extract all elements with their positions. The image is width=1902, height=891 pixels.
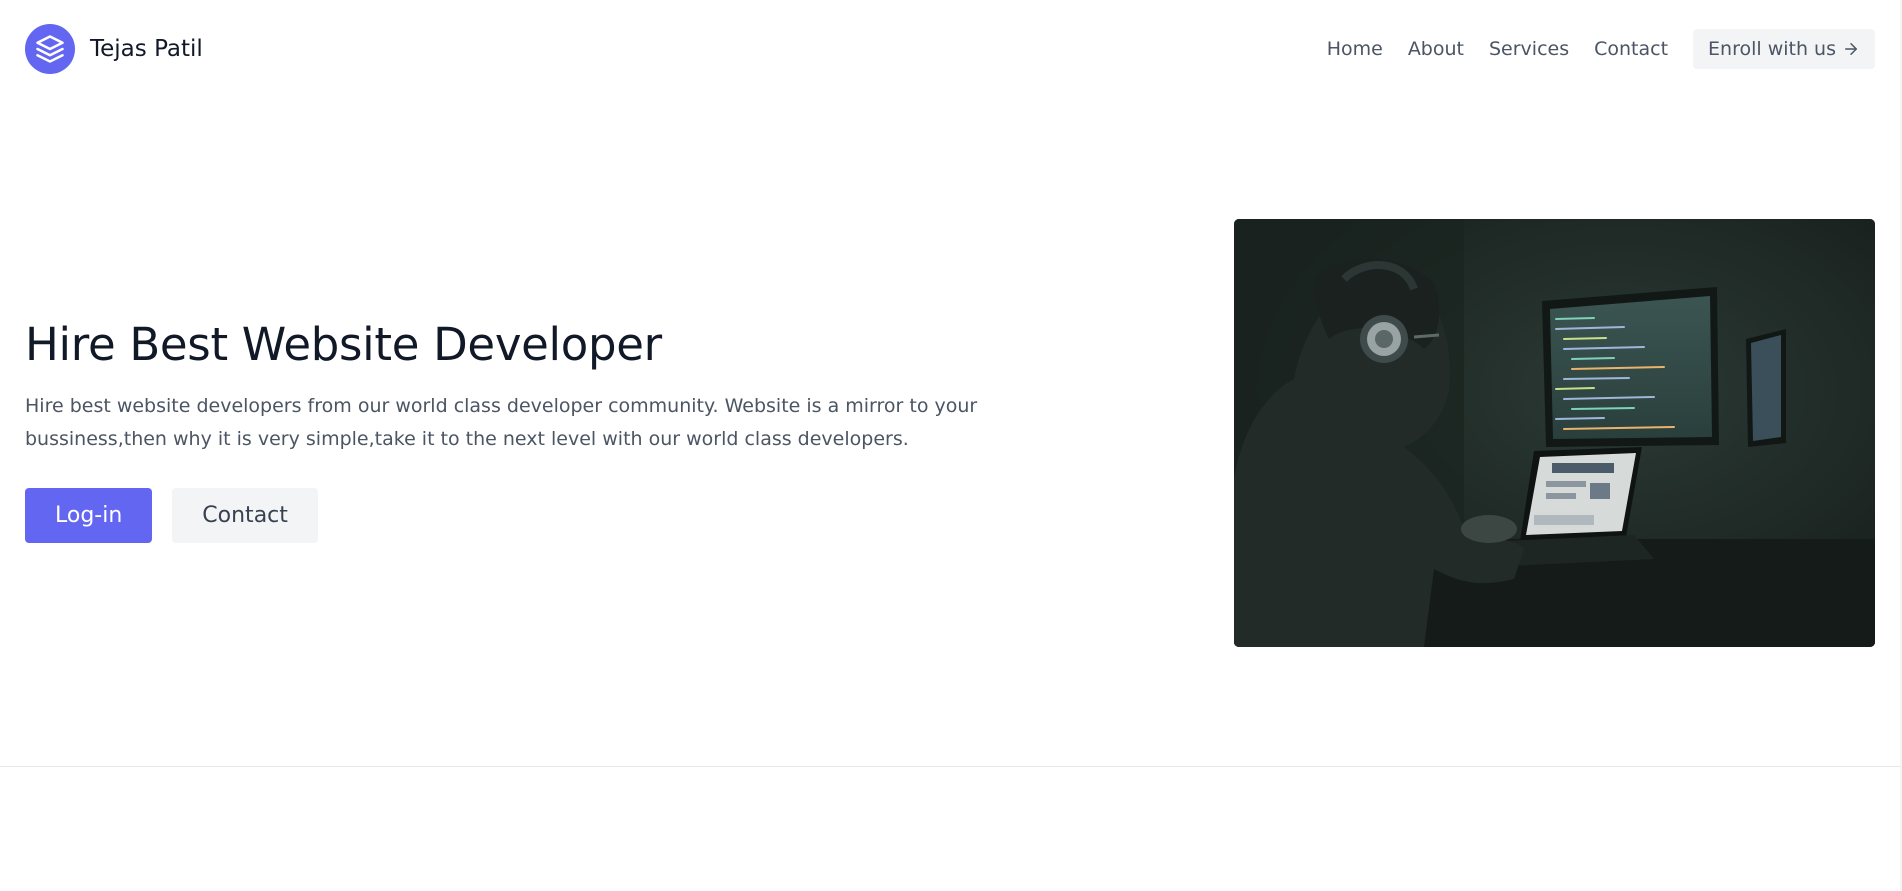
hero-description: Hire best website developers from our wo…: [25, 395, 978, 450]
nav-services[interactable]: Services: [1489, 38, 1569, 60]
site-header: Tejas Patil Home About Services Contact …: [0, 0, 1902, 100]
nav-contact[interactable]: Contact: [1594, 38, 1668, 60]
contact-button[interactable]: Contact: [172, 488, 318, 543]
nav-about[interactable]: About: [1408, 38, 1464, 60]
brand-name: Tejas Patil: [90, 36, 203, 62]
arrow-right-icon: [1842, 40, 1860, 58]
stack-layers-icon: [25, 24, 75, 74]
section-divider: [0, 766, 1902, 767]
brand-logo-link[interactable]: Tejas Patil: [25, 24, 203, 74]
login-button[interactable]: Log-in: [25, 488, 153, 543]
hero-image: [1234, 219, 1875, 647]
hero-section: Hire Best Website Developer Hire best we…: [25, 318, 1115, 543]
hero-title: Hire Best Website Developer: [25, 318, 662, 371]
nav-home[interactable]: Home: [1327, 38, 1383, 60]
enroll-button[interactable]: Enroll with us: [1693, 29, 1875, 69]
hero-buttons: Log-in Contact: [25, 488, 1115, 543]
main-nav: Home About Services Contact Enroll with …: [1327, 29, 1875, 69]
enroll-button-label: Enroll with us: [1708, 38, 1836, 60]
